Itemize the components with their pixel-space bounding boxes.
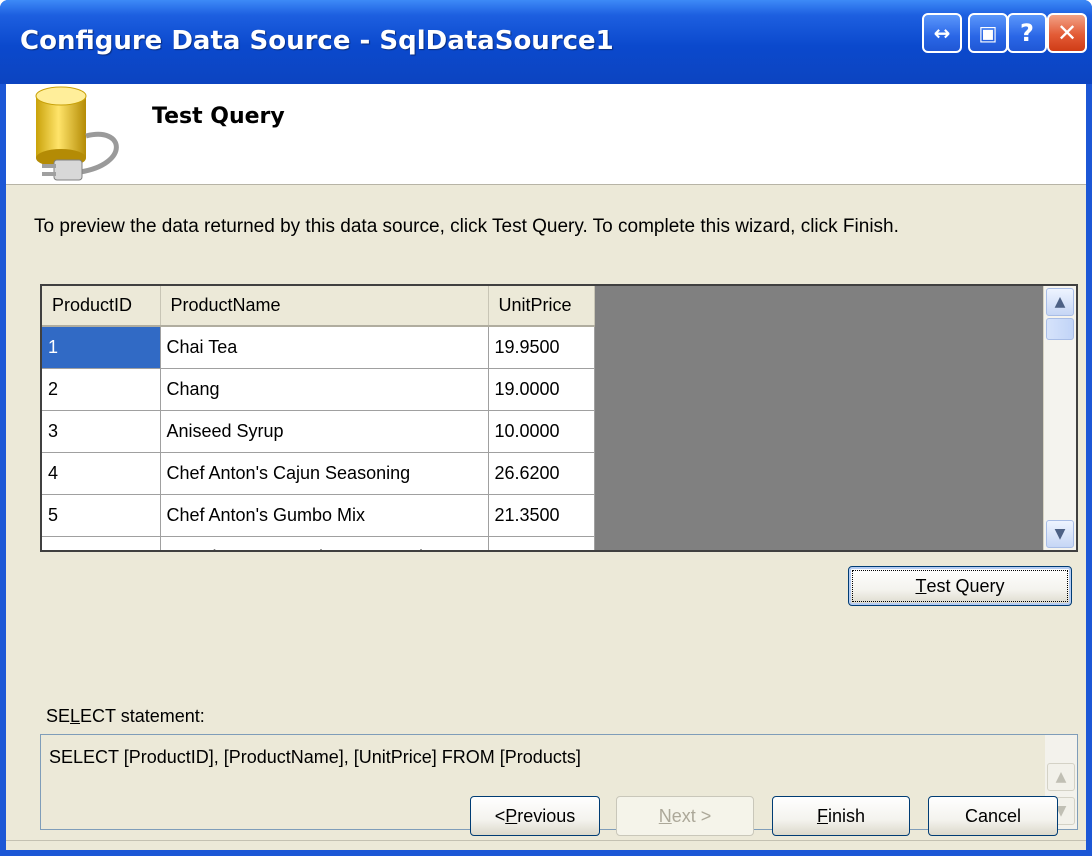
previous-button[interactable]: < Previous <box>470 796 600 836</box>
test-query-button[interactable]: Test Query <box>848 566 1072 606</box>
column-header-unitprice[interactable]: UnitPrice <box>488 286 595 327</box>
dialog-window: Configure Data Source - SqlDataSource1 ↔… <box>0 0 1092 856</box>
results-table: ProductID ProductName UnitPrice 1 Chai T… <box>42 286 595 550</box>
cell-productname[interactable]: Grandma's Boysenberry Spread <box>160 536 489 550</box>
instructions-text: To preview the data returned by this dat… <box>34 216 899 237</box>
dialog-client-area: Test Query To preview the data returned … <box>6 84 1086 850</box>
sql-label-start: SE <box>46 706 71 726</box>
table-row[interactable]: 3 Aniseed Syrup 10.0000 <box>42 410 595 453</box>
sql-scroll-up-icon: ▲ <box>1047 763 1075 791</box>
window-title: Configure Data Source - SqlDataSource1 <box>20 26 614 56</box>
column-header-productname[interactable]: ProductName <box>160 286 489 327</box>
table-row[interactable]: 5 Chef Anton's Gumbo Mix 21.3500 <box>42 494 595 537</box>
cell-productid[interactable]: 4 <box>42 452 161 495</box>
window-layout-icon[interactable]: ▣ <box>968 13 1008 53</box>
finish-button[interactable]: Finish <box>772 796 910 836</box>
scroll-thumb[interactable] <box>1046 318 1074 340</box>
cell-unitprice[interactable]: 21.3500 <box>488 494 595 537</box>
cell-unitprice[interactable]: 10.0000 <box>488 410 595 453</box>
scroll-up-icon[interactable]: ▲ <box>1046 288 1074 316</box>
cell-productname[interactable]: Chef Anton's Cajun Seasoning <box>160 452 489 495</box>
table-row[interactable]: 4 Chef Anton's Cajun Seasoning 26.6200 <box>42 452 595 495</box>
help-button[interactable]: ? <box>1007 13 1047 53</box>
title-bar[interactable]: Configure Data Source - SqlDataSource1 ↔… <box>0 0 1092 84</box>
cell-productid[interactable]: 1 <box>42 326 161 369</box>
cancel-button[interactable]: Cancel <box>928 796 1058 836</box>
cell-unitprice[interactable]: 19.9500 <box>488 326 595 369</box>
next-button[interactable]: Next > <box>616 796 754 836</box>
cell-unitprice[interactable]: 25.0000 <box>488 536 595 550</box>
cell-unitprice[interactable]: 26.6200 <box>488 452 595 495</box>
test-query-key: T <box>915 575 927 596</box>
finish-key: F <box>816 805 828 826</box>
table-row[interactable]: 6 Grandma's Boysenberry Spread 25.0000 <box>42 536 595 550</box>
cell-productname[interactable]: Chef Anton's Gumbo Mix <box>160 494 489 537</box>
cell-productid[interactable]: 2 <box>42 368 161 411</box>
cell-productid[interactable]: 6 <box>42 536 161 550</box>
results-grid[interactable]: ProductID ProductName UnitPrice 1 Chai T… <box>40 284 1078 552</box>
cell-unitprice[interactable]: 19.0000 <box>488 368 595 411</box>
previous-key: P <box>505 805 518 826</box>
cell-productname[interactable]: Chai Tea <box>160 326 489 369</box>
grid-vertical-scrollbar[interactable]: ▲ ▼ <box>1043 286 1076 550</box>
previous-prefix: < <box>494 805 506 826</box>
sql-label-key: L <box>70 706 81 726</box>
close-button[interactable]: ✕ <box>1047 13 1087 53</box>
cell-productid[interactable]: 5 <box>42 494 161 537</box>
column-header-productid[interactable]: ProductID <box>42 286 161 327</box>
cell-productid[interactable]: 3 <box>42 410 161 453</box>
sql-statement-label: SELECT statement: <box>46 706 205 727</box>
sql-label-end: ECT statement: <box>80 706 205 726</box>
page-title: Test Query <box>152 104 285 129</box>
finish-label: inish <box>827 805 866 826</box>
database-plug-icon <box>35 86 119 181</box>
sql-statement-text: SELECT [ProductID], [ProductName], [Unit… <box>49 747 581 767</box>
next-key: N <box>658 805 672 826</box>
cell-productname[interactable]: Aniseed Syrup <box>160 410 489 453</box>
test-query-label: est Query <box>926 575 1005 596</box>
restore-icon[interactable]: ↔ <box>922 13 962 53</box>
table-row[interactable]: 1 Chai Tea 19.9500 <box>42 326 595 369</box>
next-label: ext > <box>671 805 712 826</box>
footer-divider <box>6 840 1086 841</box>
wizard-header: Test Query <box>6 84 1086 185</box>
previous-label: revious <box>517 805 576 826</box>
scroll-down-icon[interactable]: ▼ <box>1046 520 1074 548</box>
cell-productname[interactable]: Chang <box>160 368 489 411</box>
table-row[interactable]: 2 Chang 19.0000 <box>42 368 595 411</box>
